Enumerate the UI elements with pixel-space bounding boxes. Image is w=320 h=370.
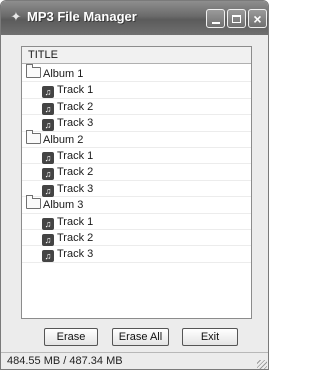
minimize-icon bbox=[211, 21, 220, 24]
music-note-icon: ♫ bbox=[42, 217, 54, 230]
music-note-icon: ♫ bbox=[42, 168, 54, 181]
music-note-icon: ♫ bbox=[42, 102, 54, 115]
erase-all-button[interactable]: Erase All bbox=[112, 328, 169, 346]
title-bar[interactable]: ✦ MP3 File Manager × bbox=[1, 1, 268, 35]
track-label: Track 2 bbox=[57, 100, 94, 113]
erase-button[interactable]: Erase bbox=[44, 328, 98, 346]
exit-button[interactable]: Exit bbox=[182, 328, 238, 346]
track-label: Track 1 bbox=[57, 215, 94, 228]
music-note-icon: ♫ bbox=[42, 250, 54, 263]
folder-icon bbox=[26, 195, 41, 210]
track-row[interactable]: ♫ Track 2 bbox=[22, 164, 251, 181]
close-button[interactable]: × bbox=[248, 9, 267, 28]
track-row[interactable]: ♫ Track 1 bbox=[22, 82, 251, 99]
storage-status: 484.55 MB / 487.34 MB bbox=[7, 355, 123, 367]
close-icon: × bbox=[253, 10, 262, 27]
track-label: Track 1 bbox=[57, 149, 94, 162]
folder-icon bbox=[26, 64, 41, 78]
resize-grip-icon[interactable] bbox=[257, 360, 267, 369]
folder-icon bbox=[26, 129, 41, 144]
track-row[interactable]: ♫ Track 3 bbox=[22, 115, 251, 132]
album-row[interactable]: Album 2 bbox=[22, 129, 251, 148]
track-row[interactable]: ♫ Track 3 bbox=[22, 181, 251, 198]
minimize-button[interactable] bbox=[206, 9, 225, 28]
track-row[interactable]: ♫ Track 3 bbox=[22, 246, 251, 263]
track-row[interactable]: ♫ Track 1 bbox=[22, 148, 251, 165]
album-label: Album 3 bbox=[43, 199, 84, 212]
music-note-icon: ♫ bbox=[42, 233, 54, 246]
track-label: Track 2 bbox=[57, 166, 94, 179]
track-row[interactable]: ♫ Track 1 bbox=[22, 214, 251, 230]
status-bar: 484.55 MB / 487.34 MB bbox=[1, 352, 268, 369]
album-row[interactable]: Album 3 bbox=[22, 195, 251, 214]
track-label: Track 1 bbox=[57, 84, 94, 97]
maximize-icon bbox=[232, 14, 241, 23]
album-row[interactable]: Album 1 bbox=[22, 64, 251, 83]
music-note-icon: ♫ bbox=[42, 184, 54, 197]
track-label: Track 3 bbox=[57, 248, 94, 261]
file-list[interactable]: TITLE Album 1 ♫ Track 1 ♫ Track 2 ♫ Track 3 Alb… bbox=[21, 46, 252, 319]
file-tree: Album 1 ♫ Track 1 ♫ Track 2 ♫ Track 3 Album 2 ♫ T… bbox=[22, 64, 251, 263]
music-note-icon: ♫ bbox=[42, 86, 54, 99]
track-label: Track 3 bbox=[57, 182, 94, 195]
track-row[interactable]: ♫ Track 2 bbox=[22, 230, 251, 247]
music-note-icon: ♫ bbox=[42, 119, 54, 132]
window-title: MP3 File Manager bbox=[27, 9, 137, 24]
track-label: Track 3 bbox=[57, 117, 94, 130]
album-label: Album 2 bbox=[43, 133, 84, 146]
app-window: ✦ MP3 File Manager × TITLE Album 1 ♫ Track… bbox=[0, 0, 269, 370]
maximize-button[interactable] bbox=[227, 9, 246, 28]
track-row[interactable]: ♫ Track 2 bbox=[22, 99, 251, 116]
music-note-icon: ♫ bbox=[42, 151, 54, 164]
album-label: Album 1 bbox=[43, 68, 84, 80]
app-icon[interactable]: ✦ bbox=[8, 9, 24, 25]
track-label: Track 2 bbox=[57, 231, 94, 244]
column-header-title[interactable]: TITLE bbox=[22, 47, 251, 64]
